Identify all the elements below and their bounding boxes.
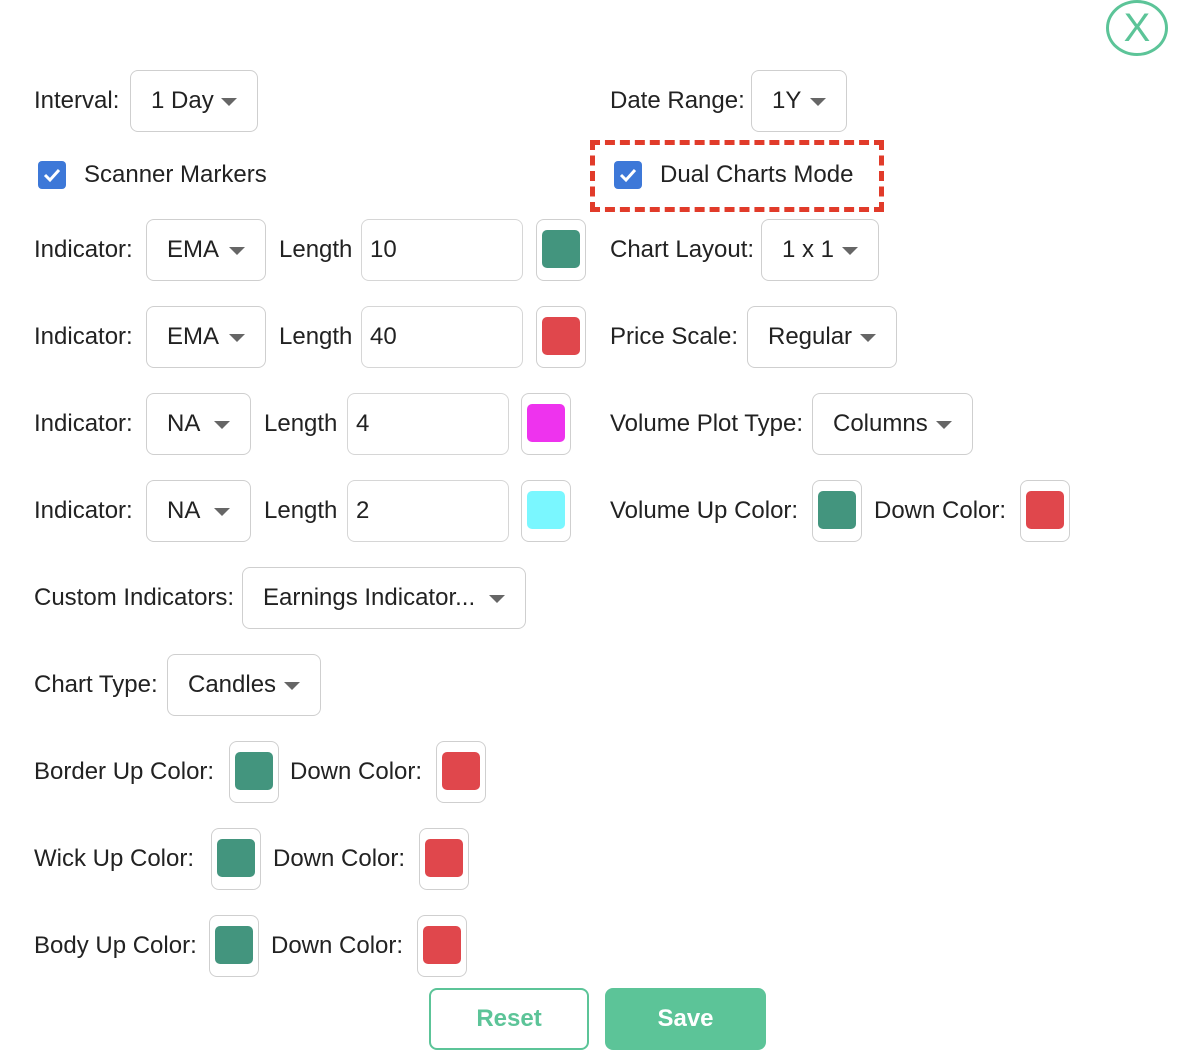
indicator-type-value: NA bbox=[167, 497, 201, 524]
volume-plot-type-value: Columns bbox=[833, 410, 928, 437]
length-input[interactable]: 4 bbox=[347, 393, 509, 455]
close-button[interactable]: X bbox=[1106, 0, 1168, 56]
border-down-color-label: Down Color: bbox=[290, 758, 423, 785]
chevron-down-icon bbox=[842, 247, 858, 255]
indicator-label: Indicator: bbox=[34, 323, 133, 350]
body-down-color-chip bbox=[423, 926, 461, 964]
price-scale-label: Price Scale: bbox=[610, 323, 739, 350]
chevron-down-icon bbox=[214, 508, 230, 516]
length-label: Length bbox=[279, 236, 353, 263]
chevron-down-icon bbox=[860, 334, 876, 342]
date-range-select[interactable]: 1Y bbox=[751, 70, 847, 132]
indicator-color-swatch[interactable] bbox=[536, 219, 586, 281]
indicator-label: Indicator: bbox=[34, 497, 133, 524]
length-input[interactable]: 10 bbox=[361, 219, 523, 281]
volume-down-color-chip bbox=[1026, 491, 1064, 529]
reset-button-label: Reset bbox=[476, 1005, 542, 1032]
wick-down-color-label: Down Color: bbox=[273, 845, 406, 872]
wick-up-color-label: Wick Up Color: bbox=[34, 845, 195, 872]
volume-plot-type-select[interactable]: Columns bbox=[812, 393, 973, 455]
indicator-type-value: NA bbox=[167, 410, 201, 437]
indicator-type-value: EMA bbox=[167, 236, 220, 263]
checkmark-icon bbox=[619, 168, 637, 183]
volume-up-color-chip bbox=[818, 491, 856, 529]
chart-layout-select[interactable]: 1 x 1 bbox=[761, 219, 879, 281]
length-input[interactable]: 2 bbox=[347, 480, 509, 542]
indicator-type-value: EMA bbox=[167, 323, 220, 350]
checkmark-icon bbox=[43, 168, 61, 183]
price-scale-value: Regular bbox=[768, 323, 853, 350]
reset-button[interactable]: Reset bbox=[429, 988, 589, 1050]
indicator-color-swatch[interactable] bbox=[521, 393, 571, 455]
length-label: Length bbox=[279, 323, 353, 350]
date-range-label: Date Range: bbox=[610, 87, 745, 114]
chevron-down-icon bbox=[489, 595, 505, 603]
border-down-color-swatch[interactable] bbox=[436, 741, 486, 803]
chevron-down-icon bbox=[936, 421, 952, 429]
scanner-markers-label: Scanner Markers bbox=[84, 161, 267, 188]
volume-down-color-swatch[interactable] bbox=[1020, 480, 1070, 542]
chevron-down-icon bbox=[810, 98, 826, 106]
chart-type-select[interactable]: Candles bbox=[167, 654, 321, 716]
interval-select[interactable]: 1 Day bbox=[130, 70, 258, 132]
chart-type-label: Chart Type: bbox=[34, 671, 158, 698]
save-button-label: Save bbox=[657, 1005, 714, 1032]
dual-charts-label: Dual Charts Mode bbox=[660, 161, 854, 188]
indicator-type-select[interactable]: EMA bbox=[146, 219, 266, 281]
dual-charts-checkbox[interactable] bbox=[614, 161, 642, 189]
indicator-color-chip bbox=[527, 491, 565, 529]
border-down-color-chip bbox=[442, 752, 480, 790]
body-up-color-swatch[interactable] bbox=[209, 915, 259, 977]
wick-up-color-chip bbox=[217, 839, 255, 877]
body-up-color-chip bbox=[215, 926, 253, 964]
chevron-down-icon bbox=[229, 334, 245, 342]
indicator-color-swatch[interactable] bbox=[521, 480, 571, 542]
interval-label: Interval: bbox=[34, 87, 120, 114]
scanner-markers-checkbox[interactable] bbox=[38, 161, 66, 189]
indicator-type-select[interactable]: NA bbox=[146, 480, 251, 542]
length-label: Length bbox=[264, 497, 338, 524]
length-label: Length bbox=[264, 410, 338, 437]
close-icon: X bbox=[1123, 5, 1151, 50]
volume-up-color-swatch[interactable] bbox=[812, 480, 862, 542]
indicator-label: Indicator: bbox=[34, 410, 133, 437]
indicator-color-chip bbox=[542, 317, 580, 355]
chevron-down-icon bbox=[214, 421, 230, 429]
chart-type-value: Candles bbox=[188, 671, 277, 698]
body-up-color-label: Body Up Color: bbox=[34, 932, 197, 959]
custom-indicators-value: Earnings Indicator... bbox=[263, 584, 476, 611]
wick-up-color-swatch[interactable] bbox=[211, 828, 261, 890]
interval-value: 1 Day bbox=[151, 87, 214, 114]
body-down-color-label: Down Color: bbox=[271, 932, 404, 959]
chevron-down-icon bbox=[284, 682, 300, 690]
wick-down-color-chip bbox=[425, 839, 463, 877]
border-up-color-label: Border Up Color: bbox=[34, 758, 215, 785]
wick-down-color-swatch[interactable] bbox=[419, 828, 469, 890]
chevron-down-icon bbox=[221, 98, 237, 106]
custom-indicators-label: Custom Indicators: bbox=[34, 584, 235, 611]
price-scale-select[interactable]: Regular bbox=[747, 306, 897, 368]
chart-layout-label: Chart Layout: bbox=[610, 236, 755, 263]
save-button[interactable]: Save bbox=[605, 988, 766, 1050]
indicator-color-chip bbox=[542, 230, 580, 268]
indicator-label: Indicator: bbox=[34, 236, 133, 263]
indicator-type-select[interactable]: NA bbox=[146, 393, 251, 455]
body-down-color-swatch[interactable] bbox=[417, 915, 467, 977]
border-up-color-swatch[interactable] bbox=[229, 741, 279, 803]
indicator-type-select[interactable]: EMA bbox=[146, 306, 266, 368]
length-input[interactable]: 40 bbox=[361, 306, 523, 368]
custom-indicators-select[interactable]: Earnings Indicator... bbox=[242, 567, 526, 629]
date-range-value: 1Y bbox=[772, 87, 802, 114]
volume-plot-type-label: Volume Plot Type: bbox=[610, 410, 804, 437]
indicator-color-swatch[interactable] bbox=[536, 306, 586, 368]
chart-layout-value: 1 x 1 bbox=[782, 236, 835, 263]
border-up-color-chip bbox=[235, 752, 273, 790]
volume-up-color-label: Volume Up Color: bbox=[610, 497, 799, 524]
indicator-color-chip bbox=[527, 404, 565, 442]
volume-down-color-label: Down Color: bbox=[874, 497, 1007, 524]
chevron-down-icon bbox=[229, 247, 245, 255]
